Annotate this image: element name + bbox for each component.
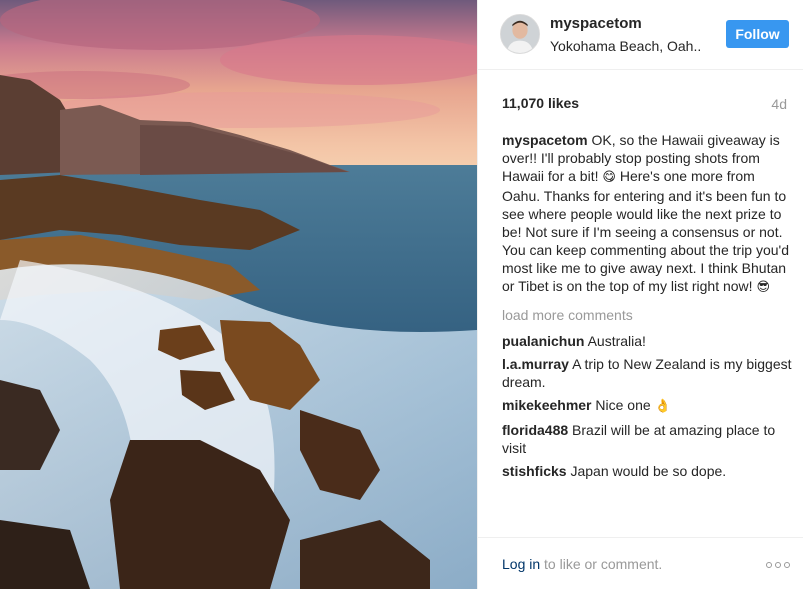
sunglasses-emoji-icon: 😎 xyxy=(756,280,771,295)
caption-text-continued: Here's one more from Oahu. Thanks for en… xyxy=(502,168,790,294)
comment-username[interactable]: pualanichun xyxy=(502,333,584,349)
post-footer: Log in to like or comment. xyxy=(478,537,803,589)
comment-item: florida488 Brazil will be at amazing pla… xyxy=(502,421,792,457)
comment-username[interactable]: florida488 xyxy=(502,422,568,438)
user-silhouette-icon xyxy=(501,15,539,53)
comment-item: pualanichun Australia! xyxy=(502,332,792,350)
comment-item: mikekeehmer Nice one 👌 xyxy=(502,396,792,416)
caption: myspacetom OK, so the Hawaii giveaway is… xyxy=(502,131,792,297)
post-age[interactable]: 4d xyxy=(771,96,787,112)
post-photo[interactable] xyxy=(0,0,477,589)
post-header: myspacetom Yokohama Beach, Oah.. Follow xyxy=(478,0,803,70)
follow-button[interactable]: Follow xyxy=(726,20,789,48)
avatar[interactable] xyxy=(500,14,540,54)
yum-emoji-icon: 😋 xyxy=(602,170,616,185)
ok-hand-emoji-icon: 👌 xyxy=(654,399,671,414)
dot xyxy=(775,562,781,568)
username[interactable]: myspacetom xyxy=(550,15,642,32)
comment-username[interactable]: mikekeehmer xyxy=(502,397,592,413)
location[interactable]: Yokohama Beach, Oah.. xyxy=(550,38,701,54)
comment-item: stishficks Japan would be so dope. xyxy=(502,462,792,480)
login-link[interactable]: Log in xyxy=(502,556,540,572)
login-prompt: Log in to like or comment. xyxy=(502,556,662,572)
login-prompt-text: to like or comment. xyxy=(540,556,663,572)
load-more-comments[interactable]: load more comments xyxy=(502,306,792,324)
comments-list: myspacetom OK, so the Hawaii giveaway is… xyxy=(502,131,792,485)
comment-text: Australia! xyxy=(587,333,646,349)
dot xyxy=(766,562,772,568)
post-sidebar: myspacetom Yokohama Beach, Oah.. Follow … xyxy=(477,0,803,589)
comment-text: Nice one xyxy=(595,397,655,413)
caption-username[interactable]: myspacetom xyxy=(502,132,588,148)
instagram-post: myspacetom Yokohama Beach, Oah.. Follow … xyxy=(0,0,803,589)
dot xyxy=(784,562,790,568)
seascape-image xyxy=(0,0,477,589)
comment-item: l.a.murray A trip to New Zealand is my b… xyxy=(502,355,792,391)
likes-count[interactable]: 11,070 likes xyxy=(502,95,579,111)
comment-username[interactable]: l.a.murray xyxy=(502,356,569,372)
comment-text: Japan would be so dope. xyxy=(570,463,727,479)
comment-username[interactable]: stishficks xyxy=(502,463,567,479)
more-options-icon[interactable] xyxy=(766,562,790,568)
